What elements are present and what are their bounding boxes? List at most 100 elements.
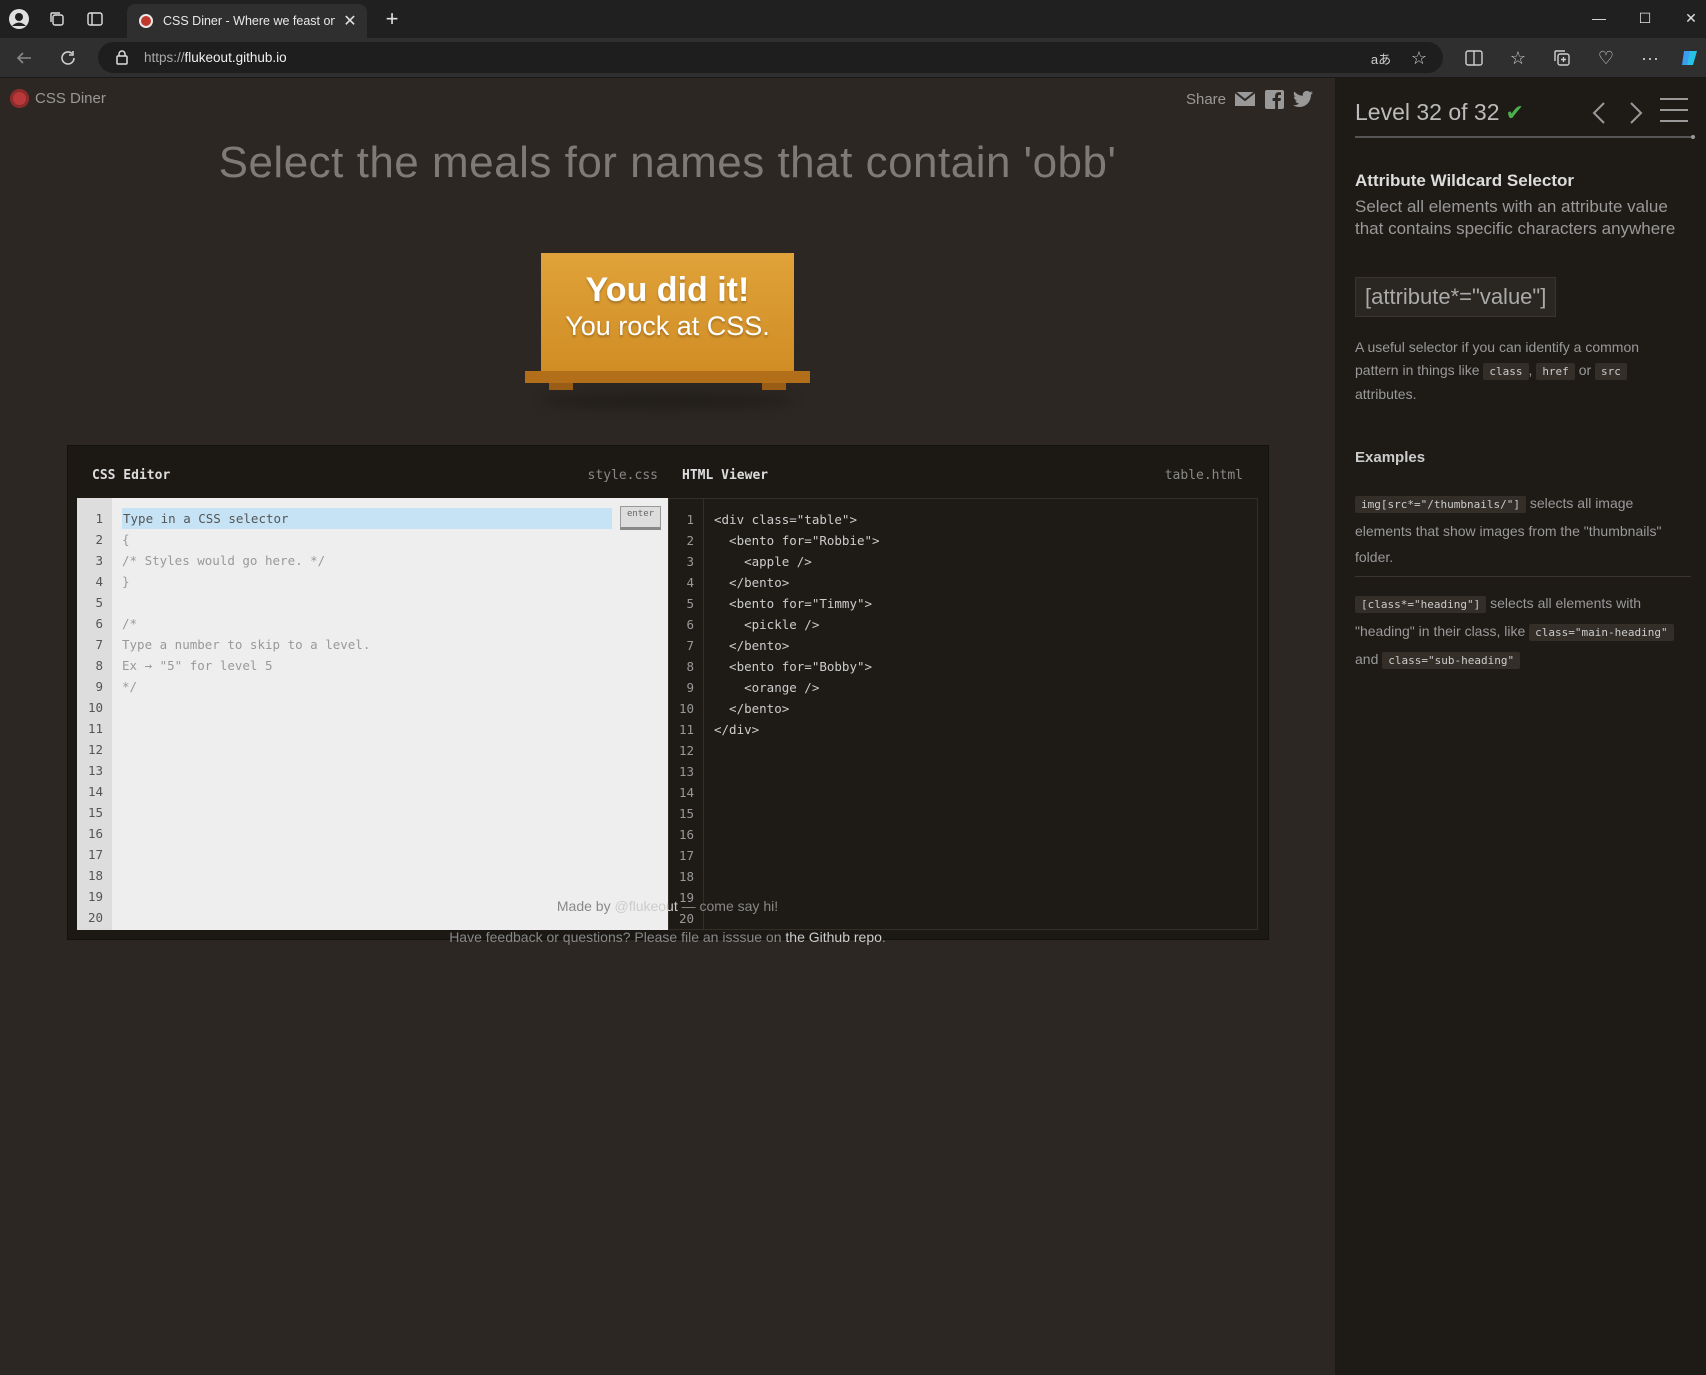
- win-message-title: You did it!: [585, 271, 750, 309]
- line-number: 14: [678, 785, 694, 800]
- maximize-icon[interactable]: ☐: [1622, 2, 1668, 34]
- refresh-icon[interactable]: [53, 43, 83, 73]
- code-line: <apple />: [714, 554, 812, 569]
- css-editor-header: CSS Editor style.css: [92, 446, 658, 498]
- line-number: 8: [95, 658, 103, 673]
- code-line: {: [122, 532, 130, 547]
- line-number: 13: [87, 763, 103, 778]
- code-line: */: [122, 679, 138, 694]
- share-label: Share: [1185, 90, 1226, 108]
- line-number: 17: [678, 848, 694, 863]
- split-screen-icon[interactable]: [1459, 43, 1489, 73]
- lock-icon[interactable]: [115, 49, 129, 70]
- read-aloud-icon[interactable]: aあ: [1366, 43, 1396, 73]
- html-viewer: 1 2 3 4 5 6 7 8 9 10 11 12 13 14 15 16 17 18 19 20 <div cla…: [668, 498, 1258, 930]
- address-bar[interactable]: https://flukeout.github.io aあ ☆: [98, 42, 1443, 73]
- checkmark-icon: ✔: [1505, 100, 1524, 125]
- line-number: 3: [95, 553, 103, 568]
- browser-essentials-icon[interactable]: ♡: [1591, 43, 1621, 73]
- footer-credit: Made by @flukeout — come say hi!: [0, 898, 1335, 914]
- browser-tab-bar: CSS Diner - Where we feast on CSS ✕ + — …: [0, 0, 1706, 38]
- line-number: 10: [87, 700, 103, 715]
- email-icon[interactable]: [1235, 89, 1255, 109]
- code-line: Type a number to skip to a level.: [122, 637, 371, 652]
- github-repo-link[interactable]: the Github repo: [785, 929, 882, 945]
- twitter-icon[interactable]: [1293, 89, 1313, 109]
- favorites-icon[interactable]: ☆: [1503, 43, 1533, 73]
- collections-icon[interactable]: [1547, 43, 1577, 73]
- line-number: 4: [686, 575, 694, 590]
- line-number: 15: [87, 805, 103, 820]
- css-editor-title: CSS Editor: [92, 468, 171, 483]
- css-editor-filename: style.css: [587, 468, 658, 483]
- line-number: 13: [678, 764, 694, 779]
- code-line: <pickle />: [714, 617, 820, 632]
- line-number: 3: [686, 554, 694, 569]
- enter-button[interactable]: enter: [620, 506, 661, 530]
- css-selector-input[interactable]: [122, 508, 612, 529]
- page-main: CSS Diner Share Select the meals for nam…: [0, 78, 1335, 1375]
- copilot-icon[interactable]: [1675, 43, 1705, 73]
- line-number: 17: [87, 847, 103, 862]
- examples-title: Examples: [1355, 449, 1426, 466]
- code-line: }: [122, 574, 130, 589]
- next-level-icon[interactable]: [1622, 96, 1650, 130]
- example-2-code: [class*="heading"]: [1355, 596, 1487, 613]
- code-line: </div>: [714, 722, 760, 737]
- html-line-numbers: 1 2 3 4 5 6 7 8 9 10 11 12 13 14 15 16 17 18 19 20: [669, 499, 704, 929]
- browser-tab-active[interactable]: CSS Diner - Where we feast on CSS ✕: [127, 4, 367, 38]
- line-number: 8: [686, 659, 694, 674]
- code-line: /* Styles would go here. */: [122, 553, 326, 568]
- table-leg-left: [549, 383, 573, 390]
- example-2-code-main: class="main-heading": [1529, 624, 1674, 641]
- tab-title: CSS Diner - Where we feast on CSS: [163, 14, 335, 28]
- level-progress-bar: [1355, 136, 1691, 138]
- favicon-icon: [139, 14, 153, 28]
- tab-close-icon[interactable]: ✕: [341, 11, 359, 31]
- share-bar: Share: [1186, 89, 1313, 109]
- minimize-icon[interactable]: —: [1576, 2, 1622, 34]
- hint-code-src: src: [1595, 363, 1627, 380]
- line-number: 12: [678, 743, 694, 758]
- html-code: <div class="table"> <bento for="Robbie">…: [714, 499, 880, 740]
- line-number: 18: [87, 868, 103, 883]
- line-number: 1: [95, 511, 103, 526]
- example-1: img[src*="/thumbnails/"] selects all ima…: [1355, 490, 1685, 570]
- previous-level-icon[interactable]: [1585, 96, 1613, 130]
- code-line: <orange />: [714, 680, 820, 695]
- favorite-star-icon[interactable]: ☆: [1404, 43, 1434, 73]
- level-header: Level 32 of 32 ✔: [1355, 99, 1524, 126]
- level-menu-icon[interactable]: [1660, 98, 1688, 124]
- hint-code-href: href: [1536, 363, 1575, 380]
- dining-table: You did it! You rock at CSS.: [525, 253, 810, 390]
- new-tab-icon[interactable]: +: [378, 6, 406, 34]
- hint-code-class: class: [1483, 363, 1529, 380]
- html-viewer-header: HTML Viewer table.html: [682, 446, 1243, 498]
- close-window-icon[interactable]: ✕: [1668, 2, 1706, 34]
- examples-divider: [1355, 576, 1691, 577]
- line-number: 6: [95, 616, 103, 631]
- line-number: 7: [95, 637, 103, 652]
- logo[interactable]: CSS Diner: [10, 89, 106, 108]
- example-2-code-sub: class="sub-heading": [1382, 652, 1521, 669]
- facebook-icon[interactable]: [1264, 89, 1284, 109]
- selector-name: Attribute Wildcard Selector: [1355, 171, 1574, 190]
- line-number: 9: [95, 679, 103, 694]
- line-number: 1: [686, 512, 694, 527]
- line-number: 5: [95, 595, 103, 610]
- more-options-icon[interactable]: ···: [1635, 43, 1665, 73]
- line-number: 12: [87, 742, 103, 757]
- order-title: Select the meals for names that contain …: [218, 138, 1117, 187]
- example-2-text-and: and: [1355, 651, 1383, 667]
- win-message-subtitle: You rock at CSS.: [565, 311, 770, 341]
- footer-credit-suffix: — come say hi!: [677, 898, 779, 914]
- flukeout-link[interactable]: @flukeout: [614, 898, 677, 914]
- profile-icon[interactable]: [2, 4, 36, 34]
- back-icon[interactable]: [9, 43, 39, 73]
- workspaces-icon[interactable]: [40, 4, 74, 34]
- code-line: <bento for="Robbie">: [714, 533, 880, 548]
- footer-credit-prefix: Made by: [556, 898, 615, 914]
- tab-actions-icon[interactable]: [78, 4, 112, 34]
- line-number: 14: [87, 784, 103, 799]
